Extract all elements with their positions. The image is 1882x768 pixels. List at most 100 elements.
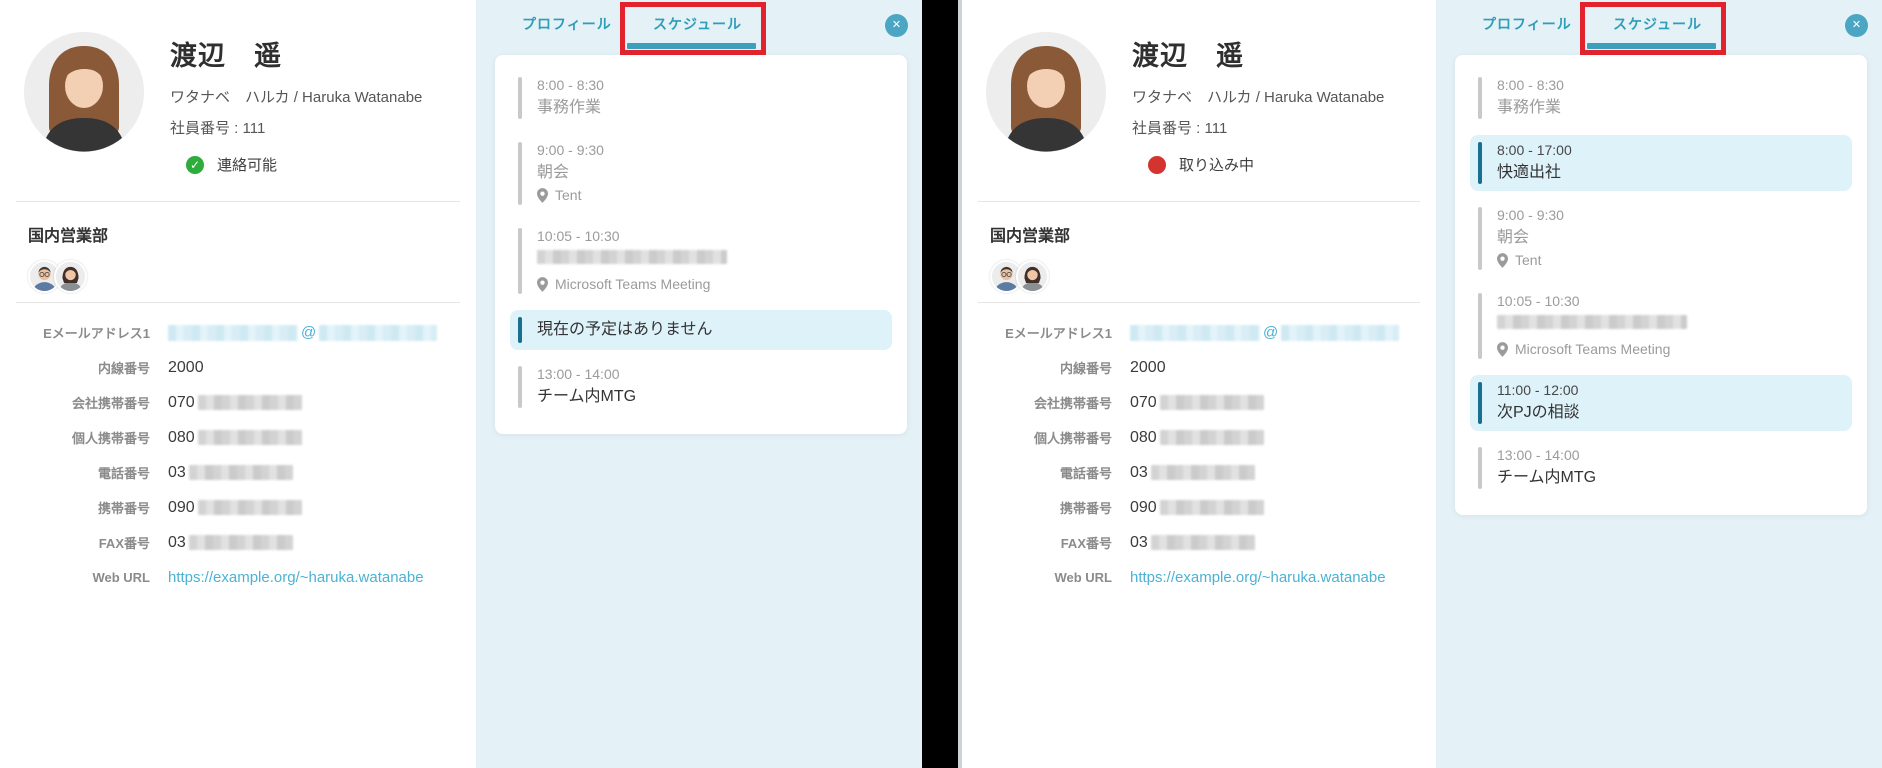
schedule-item-bar (518, 366, 522, 408)
redacted-number (197, 500, 302, 515)
field-value-prefix: 03 (1130, 533, 1148, 551)
profile-field-row: Eメールアドレス1 @ (962, 315, 1436, 350)
tab-profile[interactable]: プロフィール (1482, 14, 1572, 34)
schedule-item-bar (1478, 293, 1482, 359)
schedule-item-bar (518, 317, 522, 343)
redacted-number (188, 465, 293, 480)
contact-card-busy: 渡辺 遥 ワタナベ ハルカ / Haruka Watanabe 社員番号 : 1… (958, 0, 1882, 768)
schedule-item: 8:00 - 17:00 快適出社 (1470, 135, 1852, 191)
schedule-item: 11:00 - 12:00 次PJの相談 (1470, 375, 1852, 431)
schedule-item-title: 現在の予定はありません (537, 321, 713, 338)
profile-field-row: 携帯番号 090 (0, 490, 476, 525)
schedule-item-content: 8:00 - 8:30 事務作業 (1497, 77, 1564, 119)
schedule-item: 13:00 - 14:00 チーム内MTG (1470, 440, 1852, 496)
close-icon[interactable]: ✕ (1845, 14, 1868, 37)
divider (16, 302, 460, 303)
field-value: @ (1130, 324, 1400, 341)
field-label: 携帯番号 (1059, 501, 1112, 516)
profile-field-row: 携帯番号 090 (962, 490, 1436, 525)
schedule-item: 8:00 - 8:30 事務作業 (1470, 70, 1852, 126)
schedule-item-content: 10:05 - 10:30 Microsoft Teams Meeting (1497, 293, 1687, 359)
schedule-item-bar (1478, 77, 1482, 119)
redacted-email-domain (319, 324, 438, 341)
profile-field-row: 内線番号 2000 (962, 350, 1436, 385)
web-url-link[interactable]: https://example.org/~haruka.watanabe (1130, 569, 1386, 586)
department-name: 国内営業部 (28, 228, 109, 245)
field-value: 03 (1130, 534, 1255, 552)
profile-field-row: Web URL https://example.org/~haruka.watan… (962, 560, 1436, 595)
schedule-item-title: 朝会 (537, 164, 570, 181)
contact-card-available: 渡辺 遥 ワタナベ ハルカ / Haruka Watanabe 社員番号 : 1… (0, 0, 922, 768)
field-value-prefix: 03 (1130, 463, 1148, 481)
schedule-item: 13:00 - 14:00 チーム内MTG (510, 359, 892, 415)
schedule-item-bar (518, 228, 522, 294)
close-icon[interactable]: ✕ (885, 14, 908, 37)
tab-profile[interactable]: プロフィール (522, 14, 612, 34)
status-label: 連絡可能 (217, 157, 278, 174)
field-value-prefix: 090 (1130, 498, 1157, 516)
status-badge: 取り込み中 (1148, 154, 1384, 175)
profile-avatar (24, 32, 144, 152)
identity-block: 渡辺 遥 ワタナベ ハルカ / Haruka Watanabe 社員番号 : 1… (1132, 32, 1384, 175)
redacted-email-local (168, 324, 298, 341)
person-furigana: ワタナベ ハルカ / Haruka Watanabe (170, 89, 423, 106)
schedule-item-location-row: Microsoft Teams Meeting (537, 275, 727, 294)
field-value-prefix: 090 (168, 498, 195, 516)
redacted-number (188, 535, 293, 550)
schedule-item-time: 8:00 - 17:00 (1497, 142, 1572, 158)
field-value-prefix: 080 (168, 428, 195, 446)
department-members (990, 260, 1408, 293)
schedule-item-location: Tent (555, 187, 582, 203)
field-value: 070 (1130, 394, 1264, 412)
employee-number: 社員番号 : 111 (170, 120, 266, 137)
schedule-item-time: 13:00 - 14:00 (1497, 447, 1580, 463)
field-value: https://example.org/~haruka.watanabe (1130, 569, 1386, 586)
schedule-card: 8:00 - 8:30 事務作業 8:00 - 17:00 快適出社 9:00 - 9:… (1455, 55, 1867, 515)
redacted-number (1159, 430, 1264, 445)
field-label: 電話番号 (1059, 466, 1112, 481)
screen: 渡辺 遥 ワタナベ ハルカ / Haruka Watanabe 社員番号 : 1… (0, 0, 1882, 768)
field-value-text: 2000 (168, 358, 204, 376)
field-value: 070 (168, 394, 302, 412)
status-badge: ✓ 連絡可能 (186, 154, 422, 175)
schedule-item: 8:00 - 8:30 事務作業 (510, 70, 892, 126)
field-value: 080 (168, 429, 302, 447)
schedule-item-bar (1478, 382, 1482, 424)
schedule-item-location-row: Tent (1497, 251, 1564, 270)
field-value: https://example.org/~haruka.watanabe (168, 569, 424, 586)
department-members (28, 260, 448, 293)
profile-field-row: Web URL https://example.org/~haruka.watan… (0, 560, 476, 595)
field-value-prefix: 03 (168, 463, 186, 481)
member-avatar[interactable] (54, 260, 87, 293)
identity-block: 渡辺 遥 ワタナベ ハルカ / Haruka Watanabe 社員番号 : 1… (170, 32, 422, 175)
schedule-item-time: 11:00 - 12:00 (1497, 382, 1579, 398)
field-value: 03 (1130, 464, 1255, 482)
redacted-number (197, 395, 302, 410)
field-value: 090 (1130, 499, 1264, 517)
field-label: Eメールアドレス1 (43, 326, 150, 341)
at-sign: @ (1263, 324, 1279, 341)
person-furigana: ワタナベ ハルカ / Haruka Watanabe (1132, 89, 1385, 106)
schedule-item-content: 8:00 - 17:00 快適出社 (1497, 142, 1572, 184)
member-photo-woman (1018, 262, 1047, 291)
field-value-prefix: 03 (168, 533, 186, 551)
field-value: @ (168, 324, 438, 341)
profile-field-row: 個人携帯番号 080 (962, 420, 1436, 455)
schedule-item-content: 13:00 - 14:00 チーム内MTG (1497, 447, 1596, 489)
redacted-number (197, 430, 302, 445)
field-label: FAX番号 (1060, 536, 1112, 551)
web-url-link[interactable]: https://example.org/~haruka.watanabe (168, 569, 424, 586)
schedule-item-content: 9:00 - 9:30 朝会 Tent (537, 142, 604, 205)
member-avatar[interactable] (1016, 260, 1049, 293)
redacted-schedule-title (1497, 315, 1687, 329)
annotation-box (620, 2, 766, 55)
profile-photo (986, 32, 1106, 152)
schedule-item: 9:00 - 9:30 朝会 Tent (510, 135, 892, 212)
field-value: 080 (1130, 429, 1264, 447)
at-sign: @ (301, 324, 317, 341)
schedule-item: 現在の予定はありません (510, 310, 892, 350)
schedule-item-title: 事務作業 (537, 99, 602, 116)
annotation-box (1580, 2, 1726, 55)
schedule-item-time: 8:00 - 8:30 (1497, 77, 1564, 93)
profile-field-row: 電話番号 03 (0, 455, 476, 490)
